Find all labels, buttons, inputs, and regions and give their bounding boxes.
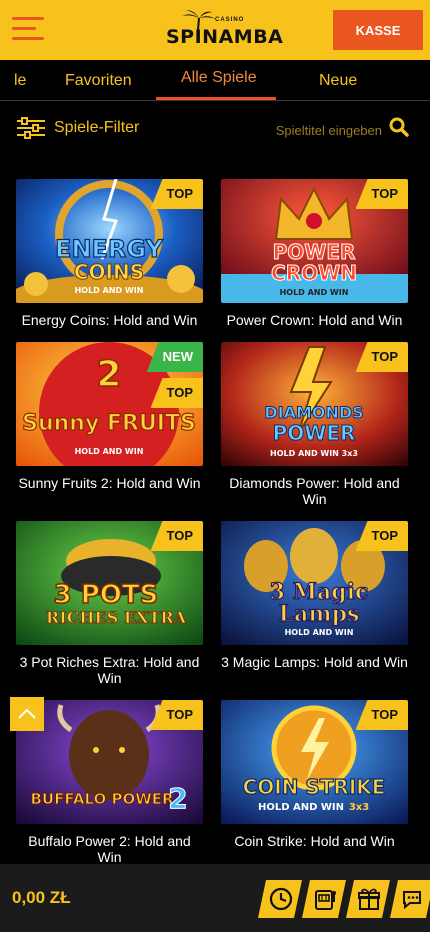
game-thumbnail[interactable]: DIAMONDS POWER HOLD AND WIN 3x3 TOP bbox=[221, 342, 408, 466]
game-thumbnail[interactable]: ENERGY COINS HOLD AND WIN TOP bbox=[16, 179, 203, 303]
game-thumbnail[interactable]: POWER CROWN HOLD AND WIN TOP bbox=[221, 179, 408, 303]
game-title[interactable]: 3 Pot Riches Extra: Hold and Win bbox=[16, 654, 203, 686]
game-title[interactable]: Diamonds Power: Hold and Win bbox=[221, 475, 408, 507]
tab-partial[interactable]: le bbox=[14, 72, 26, 90]
cash-button[interactable]: KASSE bbox=[333, 10, 423, 50]
game-title[interactable]: Energy Coins: Hold and Win bbox=[16, 312, 203, 328]
game-art-subtitle: COINS bbox=[74, 260, 144, 284]
game-art-subtitle: CROWN bbox=[271, 261, 357, 285]
game-art-title: DIAMONDS bbox=[264, 403, 363, 422]
games-filter-button[interactable]: Spiele-Filter bbox=[16, 116, 139, 140]
chevron-up-icon bbox=[18, 708, 36, 719]
header: CASINO SPINAMBA KASSE bbox=[0, 0, 430, 60]
gift-icon bbox=[356, 886, 382, 912]
game-art-subtitle: HOLD AND WIN bbox=[258, 802, 344, 813]
support-chat-button[interactable] bbox=[390, 880, 430, 918]
tab-favorites[interactable]: Favoriten bbox=[65, 72, 132, 90]
logo-text: SPINAMBA bbox=[166, 26, 284, 48]
active-tab-indicator bbox=[156, 97, 276, 100]
game-title[interactable]: 3 Magic Lamps: Hold and Win bbox=[221, 654, 408, 670]
slot-machine-icon bbox=[312, 886, 338, 912]
game-art-tagline: 3x3 bbox=[349, 802, 369, 813]
game-art-tagline: HOLD AND WIN 3x3 bbox=[270, 449, 358, 458]
balance-amount[interactable]: 0,00 ZŁ bbox=[12, 888, 71, 908]
slots-button[interactable] bbox=[302, 880, 346, 918]
game-art-tagline: HOLD AND WIN bbox=[280, 288, 349, 297]
game-art-title: ENERGY bbox=[55, 235, 164, 263]
bonus-button[interactable] bbox=[346, 880, 390, 918]
game-art-title: Sunny FRUITS bbox=[22, 411, 196, 436]
game-title[interactable]: Buffalo Power 2: Hold and Win bbox=[16, 833, 203, 865]
clock-icon bbox=[268, 886, 294, 912]
category-tabs: le Favoriten Alle Spiele Neue bbox=[0, 60, 430, 101]
game-thumbnail[interactable]: 3 POTS RICHES EXTRA TOP bbox=[16, 521, 203, 645]
tab-new[interactable]: Neue bbox=[319, 72, 357, 90]
back-to-top-button[interactable] bbox=[10, 697, 44, 731]
game-art-tagline: HOLD AND WIN bbox=[285, 628, 354, 637]
logo[interactable]: CASINO SPINAMBA bbox=[160, 8, 283, 52]
search-icon[interactable] bbox=[389, 117, 409, 137]
game-art-number: 2 bbox=[96, 354, 121, 395]
filter-label: Spiele-Filter bbox=[54, 119, 140, 136]
game-art-tagline: HOLD AND WIN bbox=[75, 447, 144, 456]
game-art-tagline: HOLD AND WIN bbox=[75, 286, 144, 295]
bottom-bar: 0,00 ZŁ bbox=[0, 864, 430, 932]
game-thumbnail[interactable]: 3 Magic Lamps HOLD AND WIN TOP bbox=[221, 521, 408, 645]
game-art-subtitle: RICHES EXTRA bbox=[46, 608, 187, 627]
filter-sliders-icon bbox=[17, 117, 45, 139]
game-thumbnail[interactable]: BUFFALO POWER 2 TOP bbox=[16, 700, 203, 824]
game-title[interactable]: Power Crown: Hold and Win bbox=[221, 312, 408, 328]
history-button[interactable] bbox=[258, 880, 302, 918]
chat-icon bbox=[400, 886, 426, 912]
game-title[interactable]: Coin Strike: Hold and Win bbox=[221, 833, 408, 849]
menu-icon[interactable] bbox=[12, 14, 44, 44]
game-thumbnail[interactable]: 2 Sunny FRUITS HOLD AND WIN NEW TOP bbox=[16, 342, 203, 466]
game-search-input[interactable] bbox=[230, 117, 384, 143]
game-art-subtitle: Lamps bbox=[279, 601, 360, 627]
game-thumbnail[interactable]: COIN STRIKE HOLD AND WIN 3x3 TOP bbox=[221, 700, 408, 824]
game-art-title: 3 POTS bbox=[54, 580, 159, 610]
game-title[interactable]: Sunny Fruits 2: Hold and Win bbox=[16, 475, 203, 491]
game-art-number: 2 bbox=[168, 782, 187, 815]
game-art-title: COIN STRIKE bbox=[243, 775, 386, 799]
game-art-title: BUFFALO POWER bbox=[30, 790, 174, 808]
logo-subtitle: CASINO bbox=[215, 17, 245, 23]
tab-all-games[interactable]: Alle Spiele bbox=[181, 69, 257, 87]
game-art-subtitle: POWER bbox=[273, 421, 356, 445]
